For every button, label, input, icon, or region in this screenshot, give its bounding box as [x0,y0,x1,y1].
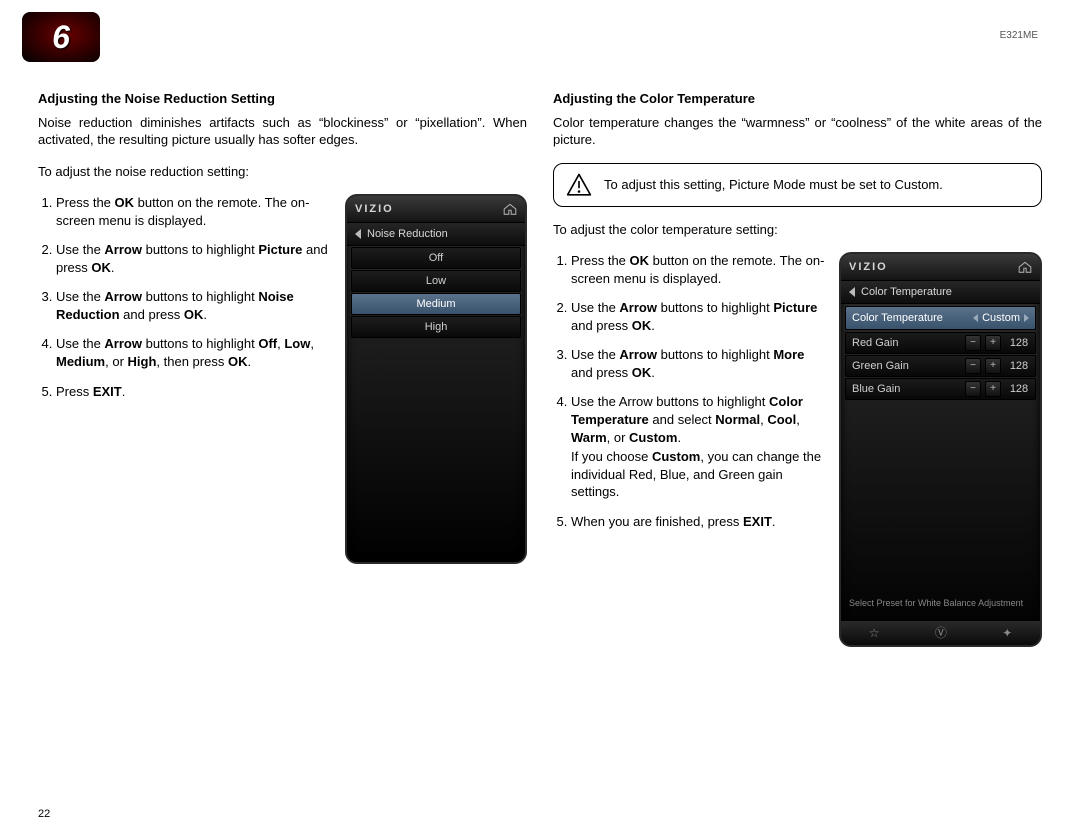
model-number: E321ME [1000,30,1038,41]
plus-button: + [985,335,1001,351]
step-item: Use the Arrow buttons to highlight Noise… [56,288,331,323]
warning-icon [566,172,592,198]
minus-button: − [965,335,981,351]
color-temperature-menu-screenshot: VIZIO Color Temperature Color Temperatur… [839,252,1042,647]
menu-option: Off [351,247,521,269]
color-temperature-mode-row: Color Temperature Custom [845,306,1036,330]
back-arrow-icon [849,287,855,297]
step-item: Press the OK button on the remote. The o… [571,252,825,287]
section-lead: To adjust the noise reduction setting: [38,163,527,181]
right-column: Adjusting the Color Temperature Color te… [553,90,1042,647]
section-intro: Noise reduction diminishes artifacts suc… [38,114,527,149]
menu-title: Color Temperature [861,285,952,300]
step-item: Use the Arrow buttons to highlight More … [571,346,825,381]
chapter-badge: 6 [22,12,100,62]
menu-option: Low [351,270,521,292]
minus-button: − [965,381,981,397]
gain-label: Green Gain [846,359,963,374]
gain-row: Blue Gain−+128 [845,378,1036,400]
star-outline-icon: ☆ [869,625,880,641]
section-title: Adjusting the Color Temperature [553,90,1042,108]
step-item: Use the Arrow buttons to highlight Pictu… [571,299,825,334]
menu-brand: VIZIO [355,202,394,217]
step-item: Use the Arrow buttons to highlight Off, … [56,335,331,370]
vizio-v-icon: Ⓥ [935,625,947,641]
chevron-right-icon [1024,314,1029,322]
menu-brand: VIZIO [849,260,888,275]
gain-value: 128 [1003,359,1035,374]
notice-text: To adjust this setting, Picture Mode mus… [604,176,943,194]
back-arrow-icon [355,229,361,239]
menu-title: Noise Reduction [367,227,448,242]
section-intro: Color temperature changes the “warmness”… [553,114,1042,149]
gain-value: 128 [1003,336,1035,351]
home-icon [503,203,517,215]
step-item: Use the Arrow buttons to highlight Color… [571,393,825,500]
step-item: Press EXIT. [56,383,331,401]
left-column: Adjusting the Noise Reduction Setting No… [38,90,527,647]
menu-option: Medium [351,293,521,315]
gain-label: Red Gain [846,336,963,351]
section-title: Adjusting the Noise Reduction Setting [38,90,527,108]
menu-option: High [351,316,521,338]
gain-row: Red Gain−+128 [845,332,1036,354]
chevron-left-icon [973,314,978,322]
chapter-number: 6 [52,19,70,56]
step-item: When you are finished, press EXIT. [571,513,825,531]
mode-label: Color Temperature [846,311,973,326]
section-lead: To adjust the color temperature setting: [553,221,1042,239]
steps-list-left: Press the OK button on the remote. The o… [56,194,331,400]
home-icon [1018,261,1032,273]
gain-label: Blue Gain [846,382,963,397]
menu-hint: Select Preset for White Balance Adjustme… [849,598,1032,609]
page-number: 22 [38,808,50,820]
plus-button: + [985,381,1001,397]
gain-row: Green Gain−+128 [845,355,1036,377]
notice-box: To adjust this setting, Picture Mode mus… [553,163,1042,207]
plus-button: + [985,358,1001,374]
minus-button: − [965,358,981,374]
noise-reduction-menu-screenshot: VIZIO Noise Reduction OffLowMediumHigh [345,194,527,564]
gain-value: 128 [1003,382,1035,397]
steps-list-right: Press the OK button on the remote. The o… [571,252,825,530]
menu-footer: ☆ Ⓥ ✦ [841,620,1040,645]
step-item: Use the Arrow buttons to highlight Pictu… [56,241,331,276]
star-filled-icon: ✦ [1002,625,1012,641]
mode-value: Custom [982,311,1020,326]
step-item: Press the OK button on the remote. The o… [56,194,331,229]
step-note: If you choose Custom, you can change the… [571,448,825,501]
